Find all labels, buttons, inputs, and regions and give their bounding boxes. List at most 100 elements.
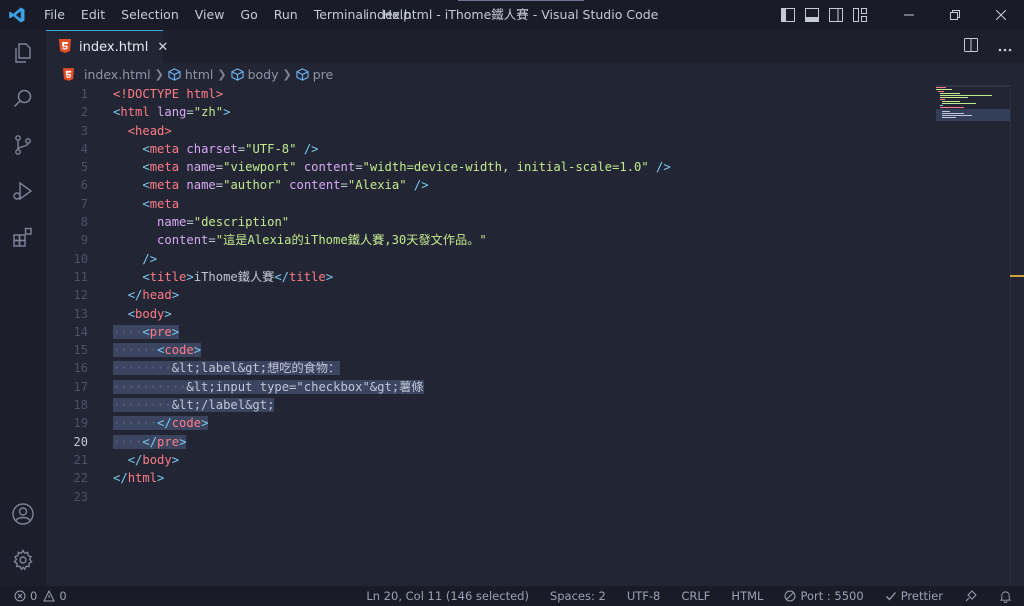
code-token: html [127, 471, 158, 486]
line-number: 7 [80, 196, 88, 211]
close-window-button[interactable] [978, 0, 1024, 30]
problems-indicator[interactable]: 0 0 [14, 589, 67, 603]
code-line: <html lang="zh"> [113, 103, 671, 121]
restore-button[interactable] [932, 0, 978, 30]
split-editor-icon[interactable] [964, 37, 978, 56]
tab-close-icon[interactable]: ✕ [157, 40, 168, 55]
accounts-icon[interactable] [0, 491, 46, 537]
manage-gear-icon[interactable] [0, 537, 46, 583]
line-number: 9 [80, 233, 88, 248]
line-number-active: 20 [73, 434, 88, 449]
line-number: 15 [73, 343, 88, 358]
indentation[interactable]: Spaces: 2 [550, 589, 606, 603]
symbol-element-icon [168, 67, 181, 81]
code-token: &lt;label&gt;想吃的食物： [171, 361, 341, 376]
menu-run[interactable]: Run [266, 0, 306, 30]
code-token: "UTF-8" [245, 141, 297, 156]
source-control-icon[interactable] [0, 122, 46, 168]
menu-edit[interactable]: Edit [73, 0, 113, 30]
chevron-right-icon: ❯ [217, 67, 227, 81]
toggle-secondary-sidebar-icon[interactable] [828, 7, 844, 23]
menu-terminal[interactable]: Terminal [306, 0, 375, 30]
toggle-primary-sidebar-icon[interactable] [780, 7, 796, 23]
menu-go[interactable]: Go [232, 0, 265, 30]
explorer-icon[interactable] [0, 30, 46, 76]
code-token: "width=device-width, initial-scale=1.0" [362, 160, 649, 175]
more-actions-icon[interactable] [998, 37, 1012, 56]
vertical-scrollbar[interactable] [1010, 85, 1024, 586]
notifications-bell-icon[interactable] [999, 590, 1012, 603]
error-count: 0 [30, 589, 38, 603]
minimap[interactable] [936, 85, 1010, 125]
code-token: content [157, 233, 209, 248]
live-server-port[interactable]: Port : 5500 [784, 589, 864, 603]
code-token: name [186, 178, 216, 193]
line-number: 12 [73, 288, 88, 303]
code-token: <head> [127, 123, 172, 138]
code-token: > [223, 105, 231, 120]
breadcrumb-pre[interactable]: pre [296, 66, 334, 82]
line-number: 16 [73, 361, 88, 376]
customize-layout-icon[interactable] [852, 7, 868, 23]
menu-file[interactable]: File [36, 0, 73, 30]
code-line: </html> [113, 471, 165, 486]
code-token: name [157, 215, 187, 230]
tab-label: index.html [79, 39, 149, 55]
line-number: 13 [73, 306, 88, 321]
menu-help[interactable]: Help [375, 0, 420, 30]
code-token: head [142, 288, 172, 303]
breadcrumb-file[interactable]: index.html [63, 67, 151, 82]
code-line-selected: ······<code> [113, 343, 202, 358]
toggle-panel-icon[interactable] [804, 7, 820, 23]
scrollbar-cursor-marker [1010, 275, 1024, 277]
cursor-position[interactable]: Ln 20, Col 11 (146 selected) [366, 589, 529, 603]
code-token: content [303, 160, 356, 175]
code-token: name [186, 160, 216, 175]
code-lines: <!DOCTYPE html> <html lang="zh"> <head> … [113, 85, 671, 506]
run-debug-icon[interactable] [0, 168, 46, 214]
tab-index-html[interactable]: index.html ✕ [46, 30, 168, 63]
layout-controls [780, 7, 868, 23]
minimize-button[interactable] [886, 0, 932, 30]
code-editor[interactable]: 1 2 3 4 5 6 7 8 9 10 11 12 13 14 15 16 1… [46, 85, 1024, 586]
code-line: <meta name="viewport" content="width=dev… [142, 160, 671, 175]
breadcrumb-file-label: index.html [84, 66, 151, 82]
encoding[interactable]: UTF-8 [627, 589, 661, 603]
breadcrumb: index.html ❯ html ❯ body ❯ pre [46, 63, 1024, 85]
breadcrumb-body-label: body [247, 66, 279, 82]
line-number: 21 [73, 452, 88, 467]
code-token: &lt;/label&gt; [171, 398, 275, 413]
html5-file-icon [59, 38, 71, 57]
title-bar: File Edit Selection View Go Run Terminal… [0, 0, 1024, 30]
end-of-line[interactable]: CRLF [681, 589, 710, 603]
line-number: 23 [73, 489, 88, 504]
feedback-icon[interactable] [964, 589, 978, 603]
code-token: /> [296, 141, 319, 156]
breadcrumb-pre-label: pre [312, 66, 334, 82]
menu-selection[interactable]: Selection [113, 0, 187, 30]
code-token: charset [186, 141, 238, 156]
extensions-icon[interactable] [0, 214, 46, 260]
warning-icon [43, 590, 56, 602]
line-number: 10 [73, 251, 88, 266]
line-number: 3 [80, 123, 88, 138]
breadcrumb-body[interactable]: body [230, 66, 279, 82]
no-entry-icon [784, 590, 796, 602]
code-token: code [171, 416, 202, 431]
chevron-right-icon: ❯ [154, 67, 164, 81]
language-mode[interactable]: HTML [731, 589, 763, 603]
code-token: iThome鐵人賽 [193, 269, 275, 284]
code-token: = [186, 105, 194, 120]
prettier-status[interactable]: Prettier [885, 589, 943, 603]
line-number: 11 [73, 269, 88, 284]
menu-view[interactable]: View [187, 0, 233, 30]
menu-bar: File Edit Selection View Go Run Terminal… [36, 0, 419, 30]
tab-bar: index.html ✕ [46, 30, 1024, 63]
line-number: 18 [73, 398, 88, 413]
code-line: </head> [127, 288, 180, 303]
code-token: "author" [223, 178, 282, 193]
code-token: content [289, 178, 341, 193]
breadcrumb-html[interactable]: html [168, 67, 213, 82]
search-icon[interactable] [0, 76, 46, 122]
